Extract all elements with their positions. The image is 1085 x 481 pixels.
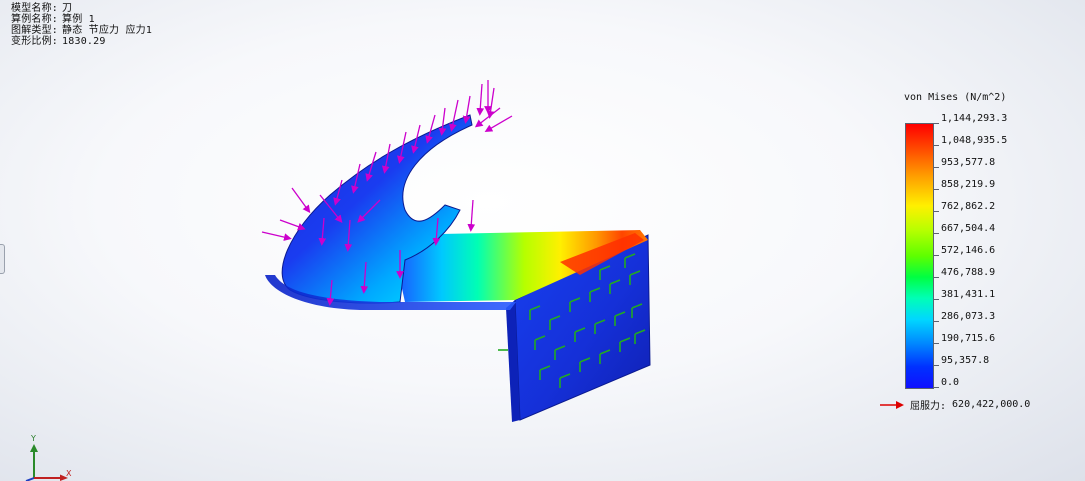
legend-tick <box>934 343 939 344</box>
legend-tick <box>934 189 939 190</box>
legend-tick <box>934 233 939 234</box>
legend-tick-label: 286,073.3 <box>941 311 996 322</box>
legend-tick-label: 953,577.8 <box>941 157 996 168</box>
legend-title: von Mises (N/m^2) <box>904 92 1007 103</box>
axis-triad-icon[interactable]: Y X <box>22 434 74 481</box>
legend-tick-label: 572,146.6 <box>941 245 996 256</box>
legend-tick <box>934 387 939 388</box>
yield-strength-value: 620,422,000.0 <box>952 399 1031 410</box>
stress-legend: von Mises (N/m^2) 1,144,293.3 1,048,935.… <box>880 90 1080 420</box>
stress-plot-graphics[interactable] <box>230 70 680 440</box>
study-info-block: 模型名称: 刀 算例名称: 算例 1 图解类型: 静态 节应力 应力1 变形比例: 18… <box>11 3 152 47</box>
legend-tick <box>934 123 939 124</box>
deformation-scale-value: 1830.29 <box>62 36 106 47</box>
model-viewport[interactable] <box>230 70 680 440</box>
legend-tick <box>934 255 939 256</box>
legend-tick <box>934 145 939 146</box>
side-panel-handle[interactable] <box>0 244 5 274</box>
legend-tick <box>934 167 939 168</box>
red-arrow-icon <box>880 400 904 409</box>
plot-type-value: 静态 节应力 应力1 <box>62 25 153 36</box>
model-name-label: 模型名称: <box>11 3 59 14</box>
legend-tick-label: 667,504.4 <box>941 223 996 234</box>
legend-tick <box>934 321 939 322</box>
legend-tick-label: 476,788.9 <box>941 267 996 278</box>
study-name-value: 算例 1 <box>62 14 95 25</box>
legend-tick <box>934 277 939 278</box>
legend-tick-label: 0.0 <box>941 377 960 388</box>
legend-tick-label: 858,219.9 <box>941 179 996 190</box>
legend-tick <box>934 365 939 366</box>
yield-strength-label: 屈服力: <box>910 401 947 412</box>
yield-strength-row: 屈服力: 620,422,000.0 <box>880 397 1030 412</box>
legend-tick-label: 1,048,935.5 <box>941 135 1008 146</box>
model-name-value: 刀 <box>62 3 73 14</box>
legend-tick-label: 1,144,293.3 <box>941 113 1008 124</box>
triad-x-label: X <box>66 469 72 478</box>
legend-tick-label: 381,431.1 <box>941 289 996 300</box>
legend-tick <box>934 299 939 300</box>
color-scale-bar <box>905 123 934 389</box>
study-name-row: 算例名称: 算例 1 <box>11 14 152 25</box>
plot-type-row: 图解类型: 静态 节应力 应力1 <box>11 25 152 36</box>
model-name-row: 模型名称: 刀 <box>11 3 152 14</box>
deformation-scale-label: 变形比例: <box>11 36 59 47</box>
deformation-scale-row: 变形比例: 1830.29 <box>11 36 152 47</box>
legend-tick-label: 95,357.8 <box>941 355 990 366</box>
legend-tick <box>934 211 939 212</box>
legend-tick-label: 190,715.6 <box>941 333 996 344</box>
triad-y-label: Y <box>31 434 36 443</box>
legend-tick-label: 762,862.2 <box>941 201 996 212</box>
plot-type-label: 图解类型: <box>11 25 59 36</box>
study-name-label: 算例名称: <box>11 14 59 25</box>
